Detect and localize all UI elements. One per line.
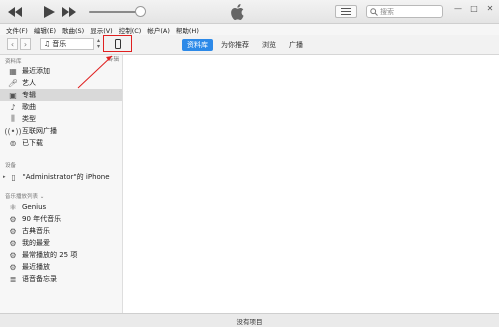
menu-edit[interactable]: 编辑(E): [34, 25, 56, 35]
list-icon: [341, 8, 351, 15]
apple-logo-icon: [231, 4, 245, 20]
sidebar-item-device[interactable]: ▸ ▯ "Administrator"的 iPhone: [0, 171, 122, 183]
playlist-label: Genius: [22, 203, 47, 211]
list-view-button[interactable]: [335, 5, 357, 18]
rewind-icon: [8, 6, 22, 17]
grid-icon: ▦: [9, 66, 17, 76]
menu-song[interactable]: 歌曲(S): [62, 25, 84, 35]
sidebar-item-songs[interactable]: ♪ 歌曲: [0, 101, 122, 113]
search-input[interactable]: 搜索: [366, 5, 443, 18]
title-bar: 搜索 — □ ✕: [0, 0, 499, 24]
playlist-label: 语音备忘录: [22, 275, 57, 283]
sidebar-playlist-favorites[interactable]: ⚙ 我的最爱: [0, 237, 122, 249]
sidebar-item-label: 艺人: [22, 79, 36, 87]
library-section-header: 资料库: [5, 59, 22, 65]
tab-library[interactable]: 资料库: [182, 39, 213, 51]
chevron-right-icon: ›: [23, 39, 28, 49]
rewind-button[interactable]: [8, 5, 22, 18]
menu-account[interactable]: 帐户(A): [147, 25, 170, 35]
genius-icon: ⚛: [9, 202, 17, 212]
music-note-icon: ♪: [10, 102, 16, 112]
sidebar-item-label: 专辑: [22, 91, 36, 99]
menu-view[interactable]: 显示(V): [90, 25, 113, 35]
download-icon: ⊚: [9, 138, 17, 148]
sidebar-item-artists[interactable]: 🎤︎ 艺人: [0, 77, 122, 89]
sidebar-item-genres[interactable]: ⫼ 类型: [0, 113, 122, 125]
search-placeholder: 搜索: [380, 7, 394, 16]
minimize-button[interactable]: —: [452, 3, 464, 13]
sidebar-item-label: 已下载: [22, 139, 43, 147]
tab-for-you[interactable]: 为你推荐: [216, 39, 254, 51]
library-tabs: 资料库 为你推荐 浏览 广播: [182, 39, 308, 51]
tab-browse[interactable]: 浏览: [257, 39, 281, 51]
disclosure-triangle-icon[interactable]: ▸: [3, 174, 6, 180]
status-text: 没有项目: [236, 317, 263, 326]
smart-playlist-icon: ⚙: [9, 262, 17, 272]
playlist-label: 最常播放的 25 项: [22, 251, 78, 259]
sidebar-item-internet-radio[interactable]: ((•)) 互联网广播: [0, 125, 122, 137]
sidebar-playlist-classical[interactable]: ⚙ 古典音乐: [0, 225, 122, 237]
smart-playlist-icon: ⚙: [9, 214, 17, 224]
sidebar: 资料库 ▦ 最近添加 🎤︎ 艺人 ▣ 专辑 ♪ 歌曲 ⫼ 类型 ((•)) 互联…: [0, 55, 123, 313]
genre-icon: ⫼: [11, 114, 15, 123]
device-button[interactable]: [103, 35, 132, 52]
radio-icon: ((•)): [4, 126, 22, 136]
sidebar-item-recently-added[interactable]: ▦ 最近添加: [0, 65, 122, 77]
sidebar-item-albums[interactable]: ▣ 专辑: [0, 89, 122, 101]
tab-radio[interactable]: 广播: [284, 39, 308, 51]
playlist-icon: ≣: [9, 274, 17, 284]
devices-section-header: 设备: [5, 163, 17, 169]
play-button[interactable]: [42, 5, 56, 18]
maximize-button[interactable]: □: [468, 3, 480, 13]
sidebar-playlist-recently-played[interactable]: ⚙ 最近播放: [0, 261, 122, 273]
close-button[interactable]: ✕: [484, 3, 496, 13]
fast-forward-button[interactable]: [62, 5, 76, 18]
sidebar-playlist-genius[interactable]: ⚛ Genius: [0, 201, 122, 213]
album-column-header: 专辑: [108, 57, 120, 63]
menu-file[interactable]: 文件(F): [6, 25, 28, 35]
fast-forward-icon: [62, 6, 76, 17]
volume-slider-knob[interactable]: [135, 6, 146, 17]
smart-playlist-icon: ⚙: [9, 250, 17, 260]
sidebar-item-label: 最近添加: [22, 67, 50, 75]
sidebar-item-downloaded[interactable]: ⊚ 已下载: [0, 137, 122, 149]
iphone-icon: [114, 38, 121, 49]
sidebar-item-label: 类型: [22, 115, 36, 123]
status-bar: 没有项目: [0, 313, 499, 327]
playlists-section-header[interactable]: 音乐播放列表 ⌄: [5, 192, 44, 200]
navigation-bar: ‹ › ♫ 音乐 ▴ ▾ 资料库 为你推荐 浏览 广播: [0, 35, 499, 55]
playlist-label: 我的最爱: [22, 239, 50, 247]
smart-playlist-icon: ⚙: [9, 238, 17, 248]
iphone-icon: ▯: [11, 172, 16, 182]
media-type-select[interactable]: ♫ 音乐: [40, 38, 94, 50]
sidebar-item-label: 互联网广播: [22, 127, 57, 135]
sidebar-playlist-90s[interactable]: ⚙ 90 年代音乐: [0, 213, 122, 225]
media-type-label: 音乐: [52, 40, 67, 48]
sidebar-playlist-top25[interactable]: ⚙ 最常播放的 25 项: [0, 249, 122, 261]
device-name: "Administrator"的 iPhone: [22, 173, 110, 181]
playlist-label: 最近播放: [22, 263, 50, 271]
playlist-label: 古典音乐: [22, 227, 50, 235]
music-note-icon: ♫: [44, 40, 51, 48]
microphone-icon: 🎤︎: [7, 78, 19, 88]
main-content-area: [124, 55, 499, 313]
playlist-label: 90 年代音乐: [22, 215, 62, 223]
menu-bar: 文件(F) 编辑(E) 歌曲(S) 显示(V) 控制(C) 帐户(A) 帮助(H…: [0, 24, 499, 35]
smart-playlist-icon: ⚙: [9, 226, 17, 236]
album-icon: ▣: [9, 90, 17, 100]
sidebar-item-label: 歌曲: [22, 103, 36, 111]
forward-button[interactable]: ›: [20, 38, 31, 50]
chevron-left-icon: ‹: [10, 39, 15, 49]
menu-controls[interactable]: 控制(C): [119, 25, 142, 35]
sidebar-playlist-voice-memos[interactable]: ≣ 语音备忘录: [0, 273, 122, 285]
back-button[interactable]: ‹: [7, 38, 18, 50]
menu-help[interactable]: 帮助(H): [176, 25, 199, 35]
play-icon: [43, 5, 55, 18]
search-icon: [370, 7, 378, 16]
